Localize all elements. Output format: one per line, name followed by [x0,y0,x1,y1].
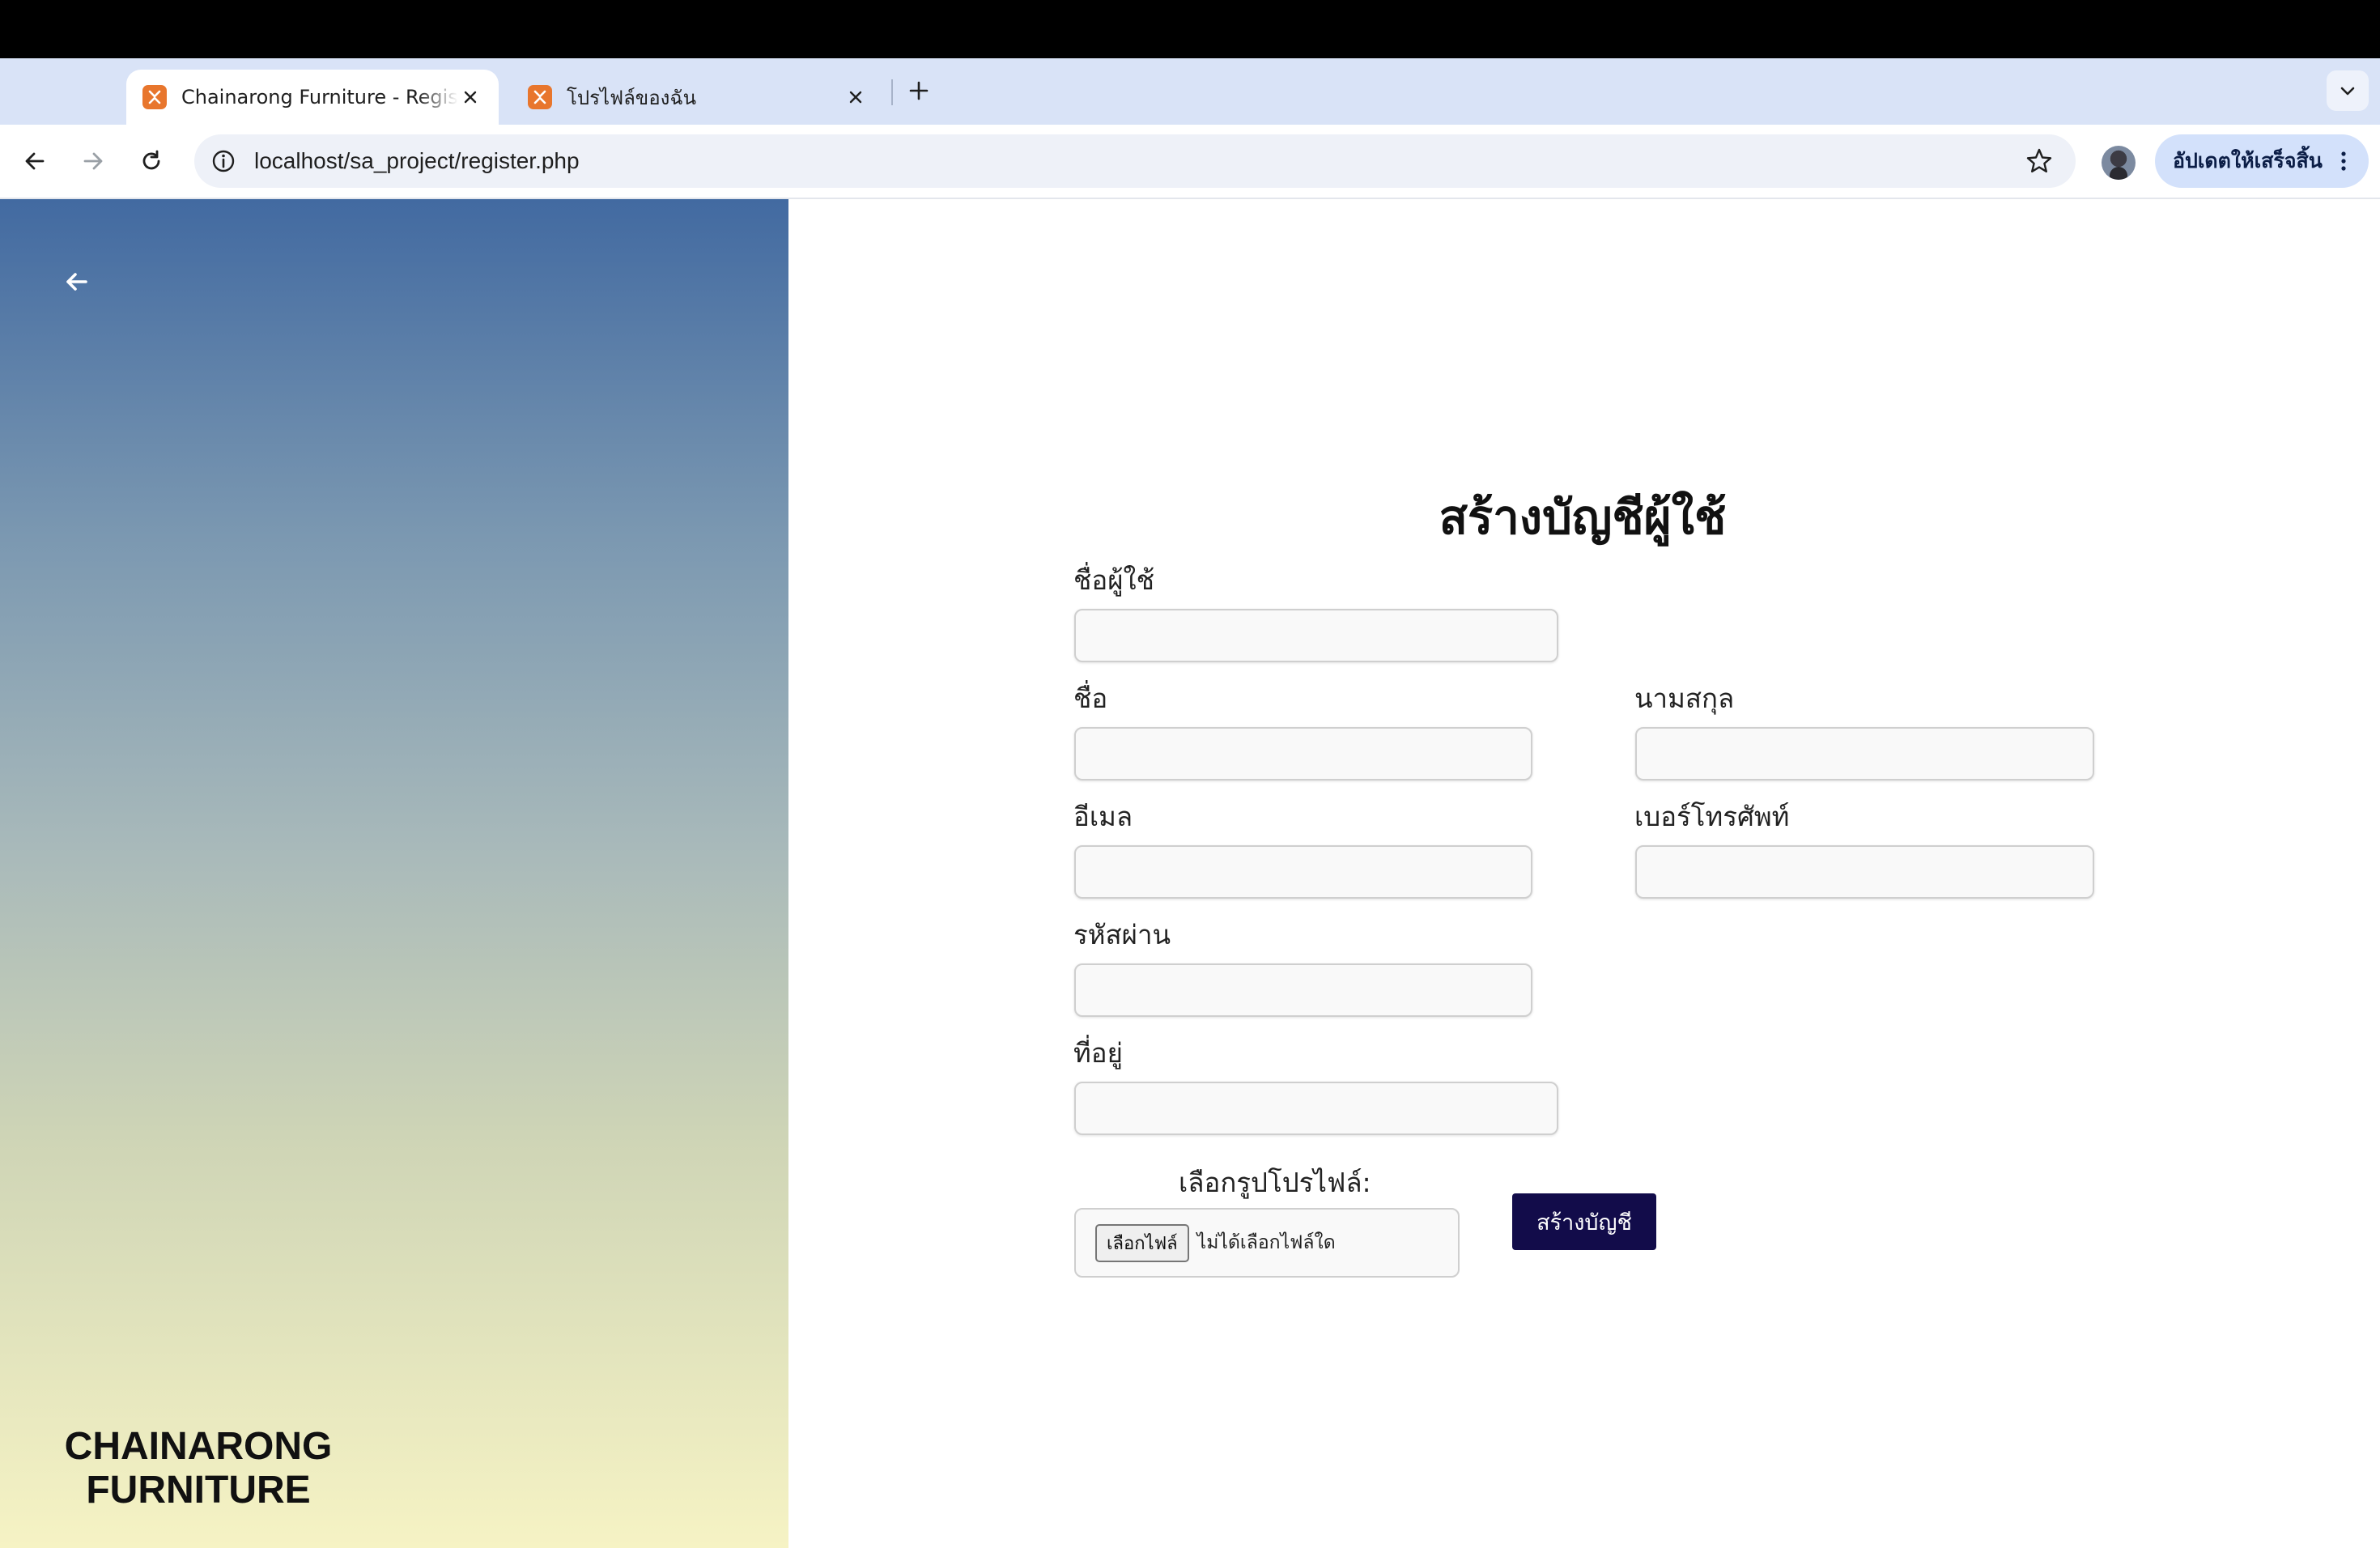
email-field[interactable] [1074,845,1532,899]
close-icon[interactable] [844,85,868,109]
first-name-field[interactable] [1074,727,1532,780]
last-name-field[interactable] [1635,727,2094,780]
brand-line-2: FURNITURE [86,1469,311,1512]
back-arrow-icon[interactable] [16,142,53,180]
browser-toolbar: localhost/sa_project/register.php อัปเดต… [0,125,2380,199]
brand-line-1: CHAINARONG [64,1425,333,1468]
choose-file-button[interactable]: เลือกไฟล์ [1095,1223,1189,1262]
update-button-label: อัปเดตให้เสร็จสิ้น [2173,149,2323,172]
phone-field[interactable] [1635,845,2094,899]
tab-search-chevron-down-icon[interactable] [2327,70,2369,111]
new-tab-plus-icon[interactable] [904,74,933,107]
email-label: อีเมล [1073,801,1133,832]
file-status-text: ไม่ได้เลือกไฟล์ใด [1196,1232,1336,1253]
reload-icon[interactable] [133,142,170,180]
kebab-menu-icon[interactable] [2331,149,2356,173]
phone-label: เบอร์โทรศัพท์ [1634,801,1790,832]
profile-picture-file-input[interactable]: เลือกไฟล์ ไม่ได้เลือกไฟล์ใด [1074,1208,1460,1278]
url-text: localhost/sa_project/register.php [254,148,580,173]
tab-profile[interactable]: โปรไฟล์ของฉัน [512,70,884,125]
first-name-label: ชื่อ [1073,683,1108,714]
tab-title: Chainarong Furniture - Register [181,86,458,108]
tab-register[interactable]: Chainarong Furniture - Register [126,70,499,125]
address-bar[interactable]: localhost/sa_project/register.php [194,134,2076,188]
brand-sidebar: CHAINARONG FURNITURE [0,199,788,1548]
xampp-favicon-icon [142,85,167,109]
update-button[interactable]: อัปเดตให้เสร็จสิ้น [2155,134,2369,188]
tab-separator [891,79,893,105]
close-icon[interactable] [458,85,482,109]
username-field[interactable] [1074,609,1558,662]
bookmark-star-icon[interactable] [2024,146,2055,176]
username-label: ชื่อผู้ใช้ [1073,564,1155,596]
address-field[interactable] [1074,1082,1558,1135]
create-account-button[interactable]: สร้างบัญชี [1512,1193,1656,1250]
avatar[interactable] [2102,146,2136,180]
address-label: ที่อยู่ [1073,1037,1123,1069]
brand-logo-text: CHAINARONG FURNITURE [49,1425,348,1512]
tab-strip: Chainarong Furniture - Register โปรไฟล์ข… [0,58,2380,125]
page-title: สร้างบัญชีผู้ใช้ [1439,490,1727,545]
forward-arrow-icon[interactable] [74,142,112,180]
xampp-favicon-icon [528,85,552,109]
profile-picture-label: เลือกรูปโปรไฟล์: [1179,1167,1371,1198]
last-name-label: นามสกุล [1634,683,1735,714]
password-label: รหัสผ่าน [1073,919,1171,950]
password-field[interactable] [1074,963,1532,1017]
site-info-icon[interactable] [210,148,236,174]
back-arrow-icon[interactable] [58,264,94,300]
tab-title: โปรไฟล์ของฉัน [567,86,697,109]
window-top-bar [0,0,2380,58]
